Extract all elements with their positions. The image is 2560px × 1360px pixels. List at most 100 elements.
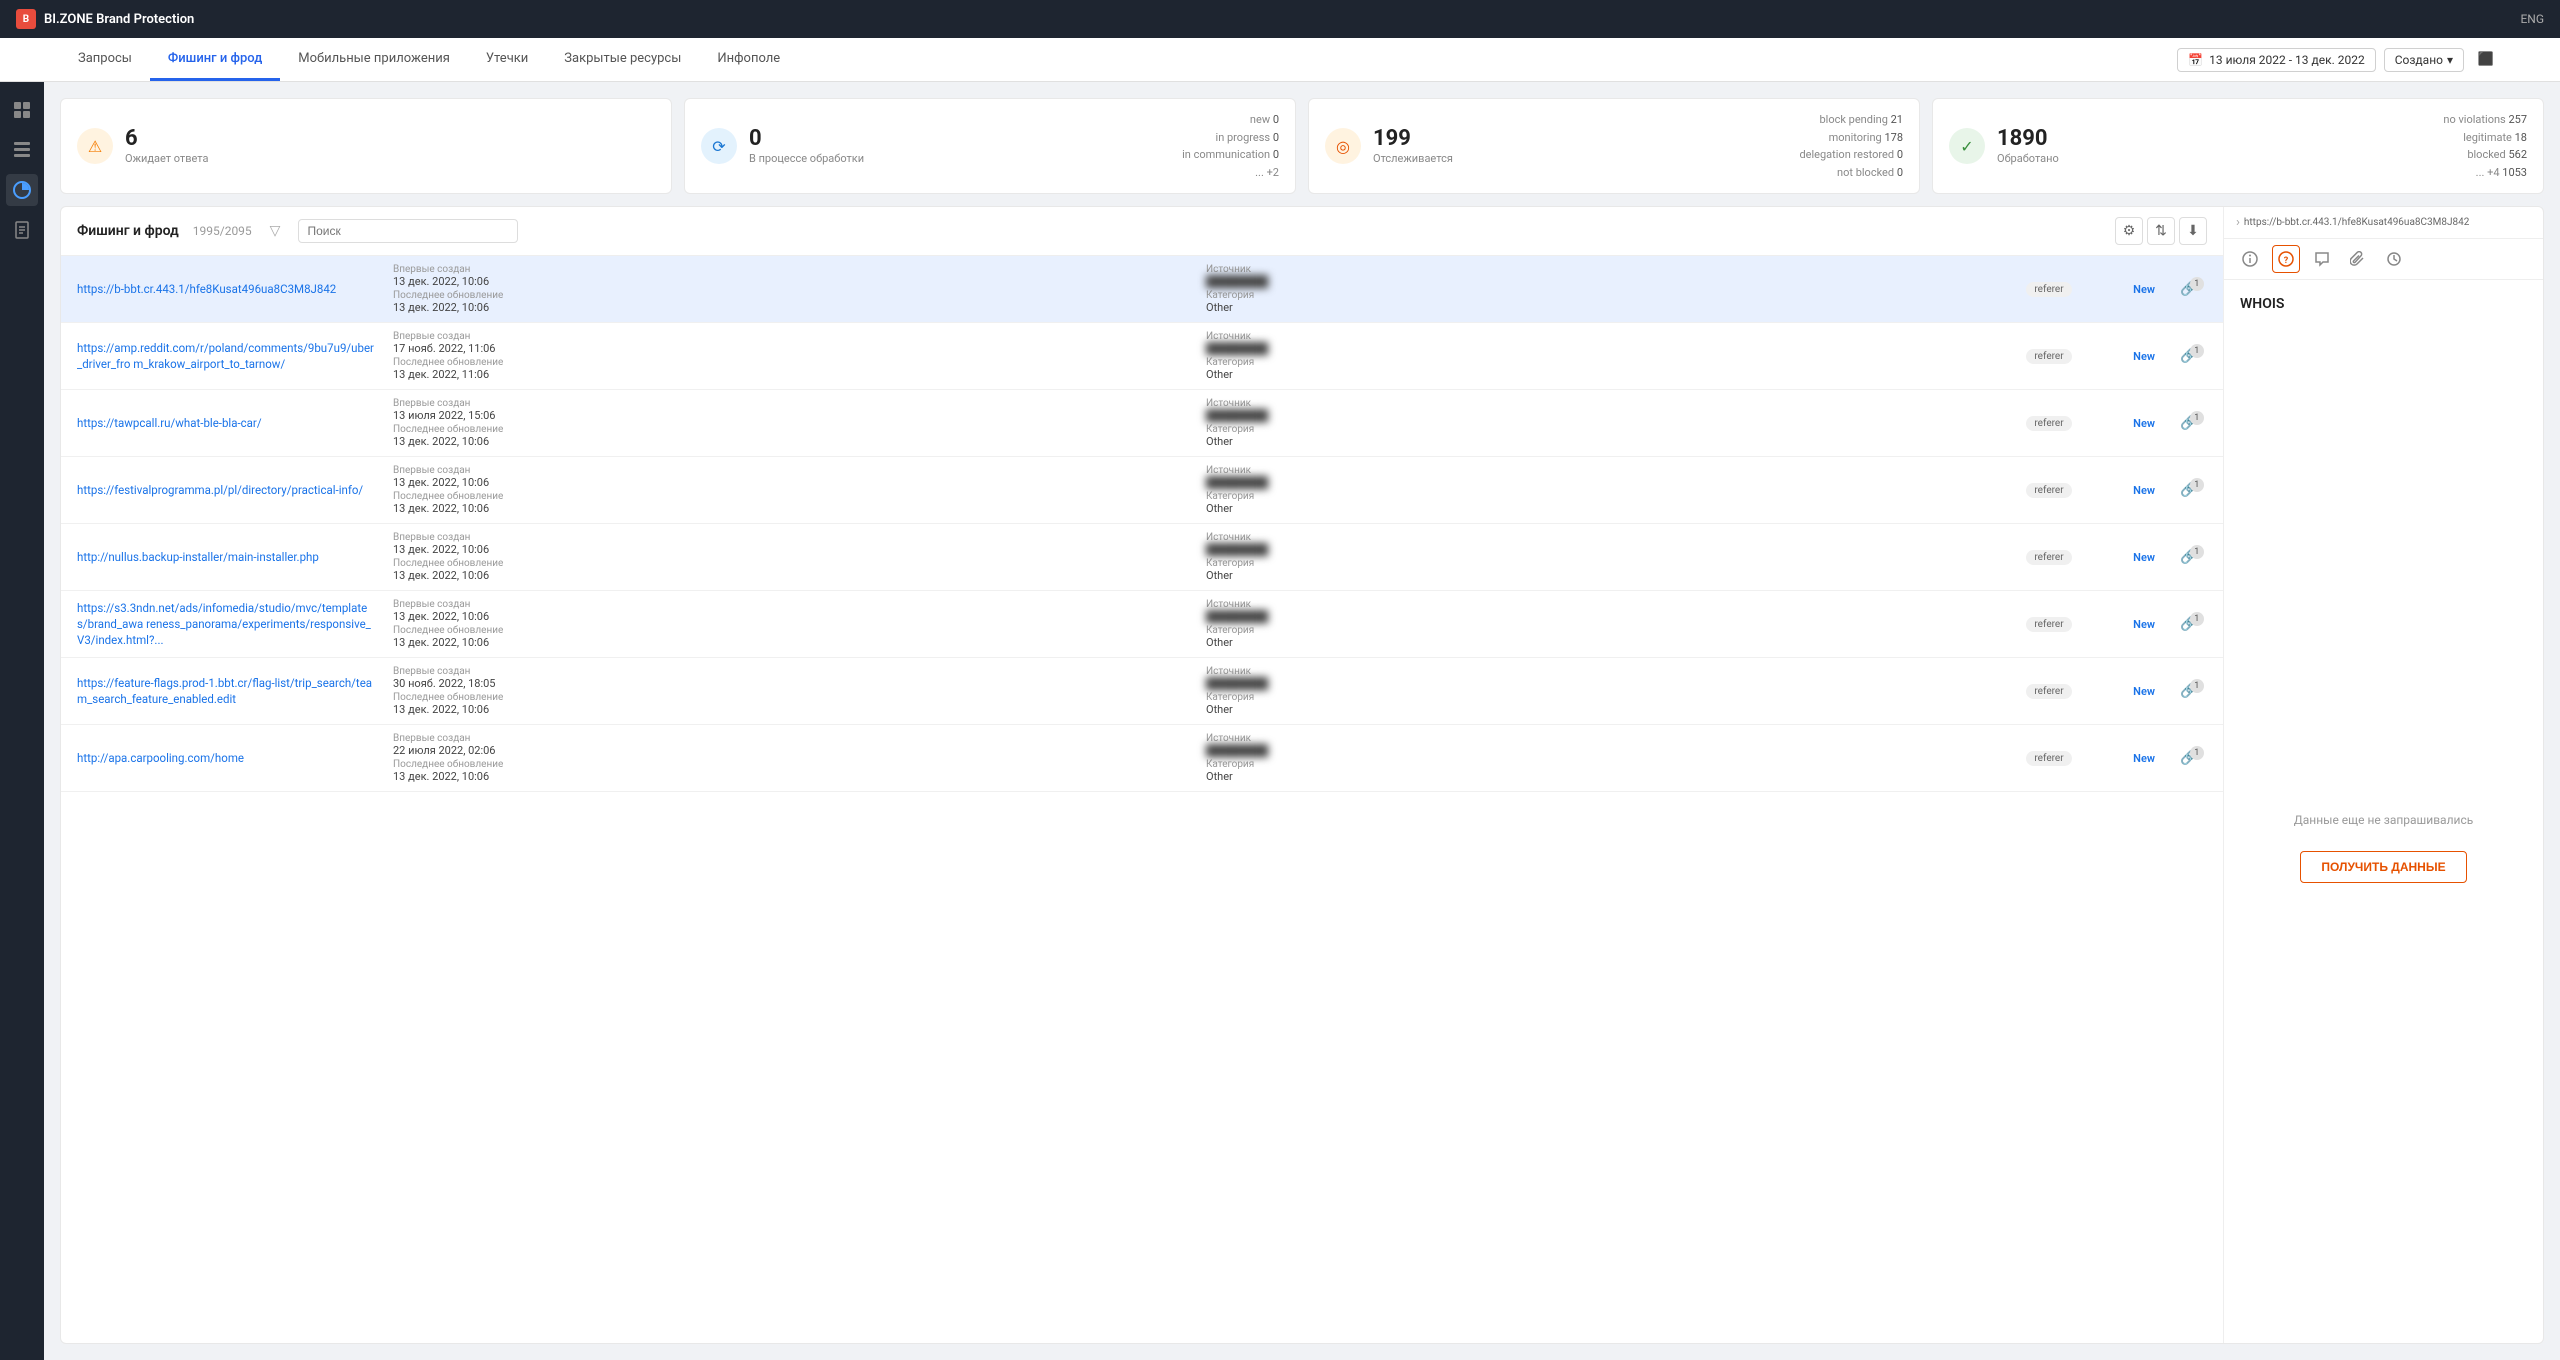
sidebar-icon-chart[interactable]: [6, 174, 38, 206]
url-text: https://b-bbt.cr.443.1/hfe8Kusat496ua8C3…: [77, 281, 377, 297]
expand-icon[interactable]: ›: [2236, 215, 2240, 230]
stat-monitoring-details: block pending 21 monitoring 178 delegati…: [1799, 111, 1903, 181]
sort-label: Создано: [2395, 53, 2443, 67]
stat-processed: ✓ 1890 Обработано no violations 257 legi…: [1932, 98, 2544, 194]
list-item[interactable]: https://tawpcall.ru/what-ble-bla-car/ Вп…: [61, 390, 2223, 457]
get-data-button[interactable]: ПОЛУЧИТЬ ДАННЫЕ: [2300, 851, 2466, 883]
list-body: https://b-bbt.cr.443.1/hfe8Kusat496ua8C3…: [61, 256, 2223, 1343]
stat-awaiting-label: Ожидает ответа: [125, 152, 655, 165]
detail-tab-icons: ?: [2224, 239, 2543, 280]
link-icon: 🔗1: [2180, 415, 2197, 431]
list-item[interactable]: https://amp.reddit.com/r/poland/comments…: [61, 323, 2223, 390]
stats-row: ⚠ 6 Ожидает ответа ⟳ 0 В процессе обрабо…: [60, 98, 2544, 194]
detail-tab-history[interactable]: [2380, 245, 2408, 273]
row-meta: Впервые создан17 нояб. 2022, 11:06 Источ…: [393, 331, 2003, 381]
row-url: https://amp.reddit.com/r/poland/comments…: [77, 331, 377, 381]
row-actions: 🔗1: [2171, 264, 2207, 314]
category-label: Категория: [1206, 290, 2003, 301]
settings-icon[interactable]: ⚙: [2115, 217, 2143, 245]
link-icon: 🔗1: [2180, 750, 2197, 766]
app-layout: ⚠ 6 Ожидает ответа ⟳ 0 В процессе обрабо…: [0, 82, 2560, 1360]
stat-processing-number: 0: [749, 128, 1170, 150]
link-icon: 🔗1: [2180, 281, 2197, 297]
stat-processed-icon: ✓: [1949, 128, 1985, 164]
tab-closed[interactable]: Закрытые ресурсы: [546, 38, 699, 81]
list-title: Фишинг и фрод: [77, 223, 179, 239]
tab-requests[interactable]: Запросы: [60, 38, 150, 81]
sidebar-icon-table[interactable]: [6, 134, 38, 166]
link-icon: 🔗1: [2180, 549, 2197, 565]
nav-tabs: Запросы Фишинг и фрод Мобильные приложен…: [60, 38, 798, 81]
whois-title: WHOIS: [2240, 296, 2284, 312]
stat-processing-label: В процессе обработки: [749, 152, 1170, 165]
detail-top-nav: › https://b-bbt.cr.443.1/hfe8Kusat496ua8…: [2224, 207, 2543, 239]
stat-monitoring-icon: ◎: [1325, 128, 1361, 164]
link-icon: 🔗1: [2180, 482, 2197, 498]
stat-awaiting-number: 6: [125, 128, 655, 150]
content-area: Фишинг и фрод 1995/2095 ▽ ⚙ ⇅ ⬇ https://…: [60, 206, 2544, 1344]
chevron-down-icon: ▾: [2447, 53, 2453, 67]
first-created-label: Впервые создан: [393, 264, 1190, 275]
sidebar-icon-doc[interactable]: [6, 214, 38, 246]
detail-url: https://b-bbt.cr.443.1/hfe8Kusat496ua8C3…: [2244, 217, 2531, 228]
stat-processed-label: Обработано: [1997, 152, 2431, 165]
date-range: 13 июля 2022 - 13 дек. 2022: [2209, 53, 2365, 67]
link-icon: 🔗1: [2180, 616, 2197, 632]
last-updated-group: Последнее обновление 13 дек. 2022, 10:06: [393, 290, 1190, 314]
row-meta: Впервые создан 13 дек. 2022, 10:06 Источ…: [393, 264, 2003, 314]
list-item[interactable]: https://feature-flags.prod-1.bbt.cr/flag…: [61, 658, 2223, 725]
whois-empty-state: Данные еще не запрашивались ПОЛУЧИТЬ ДАН…: [2294, 328, 2474, 1327]
detail-tab-attach[interactable]: [2344, 245, 2372, 273]
tag-value: referer: [2026, 282, 2071, 297]
main-content: ⚠ 6 Ожидает ответа ⟳ 0 В процессе обрабо…: [44, 82, 2560, 1360]
sidebar-icon-dashboard[interactable]: [6, 94, 38, 126]
category-value: Other: [1206, 301, 2003, 314]
list-item[interactable]: https://festivalprogramma.pl/pl/director…: [61, 457, 2223, 524]
stat-processing: ⟳ 0 В процессе обработки new 0 in progre…: [684, 98, 1296, 194]
language-selector[interactable]: ENG: [2520, 12, 2544, 26]
download-icon[interactable]: ⬇: [2179, 217, 2207, 245]
link-icon: 🔗1: [2180, 348, 2197, 364]
detail-tab-comment[interactable]: [2308, 245, 2336, 273]
source-label: Источник: [1206, 264, 2003, 275]
svg-text:?: ?: [2284, 256, 2289, 266]
tab-mobile[interactable]: Мобильные приложения: [280, 38, 468, 81]
url-text: https://amp.reddit.com/r/poland/comments…: [77, 340, 377, 372]
brand: B BI.ZONE Brand Protection: [16, 9, 194, 29]
list-item[interactable]: https://b-bbt.cr.443.1/hfe8Kusat496ua8C3…: [61, 256, 2223, 323]
topbar: B BI.ZONE Brand Protection ENG: [0, 0, 2560, 38]
tab-leaks[interactable]: Утечки: [468, 38, 546, 81]
list-item[interactable]: http://apa.carpooling.com/home Впервые с…: [61, 725, 2223, 792]
stat-processed-details: no violations 257 legitimate 18 blocked …: [2443, 111, 2527, 181]
nav-right: 📅 13 июля 2022 - 13 дек. 2022 Создано ▾ …: [2177, 46, 2500, 74]
date-filter[interactable]: 📅 13 июля 2022 - 13 дек. 2022: [2177, 48, 2375, 72]
no-data-text: Данные еще не запрашивались: [2294, 813, 2474, 827]
tab-phishing[interactable]: Фишинг и фрод: [150, 38, 280, 81]
sort-icon[interactable]: ⇅: [2147, 217, 2175, 245]
row-tag: referer: [2019, 264, 2079, 314]
source-value: ████████: [1206, 275, 2003, 288]
stat-processed-number: 1890: [1997, 128, 2431, 150]
filter-icon[interactable]: ▽: [270, 223, 281, 239]
link-badge: 1: [2190, 277, 2204, 291]
detail-tab-info[interactable]: [2236, 245, 2264, 273]
stat-processing-details: new 0 in progress 0 in communication 0 .…: [1182, 111, 1279, 181]
last-updated-label: Последнее обновление: [393, 290, 1190, 301]
category-group: Категория Other: [1206, 290, 2003, 314]
main-nav: Запросы Фишинг и фрод Мобильные приложен…: [0, 38, 2560, 82]
stat-processed-main: 1890 Обработано: [1997, 128, 2431, 165]
sort-filter[interactable]: Создано ▾: [2384, 48, 2464, 72]
detail-panel: › https://b-bbt.cr.443.1/hfe8Kusat496ua8…: [2223, 207, 2543, 1343]
export-icon[interactable]: ⬛: [2472, 46, 2500, 74]
list-item[interactable]: http://nullus.backup-installer/main-inst…: [61, 524, 2223, 591]
stat-monitoring-label: Отслеживается: [1373, 152, 1787, 165]
detail-content: WHOIS Данные еще не запрашивались ПОЛУЧИ…: [2224, 280, 2543, 1343]
status-new: New: [2133, 283, 2155, 296]
calendar-icon: 📅: [2188, 53, 2203, 67]
link-icon: 🔗1: [2180, 683, 2197, 699]
search-input[interactable]: [298, 219, 518, 243]
list-item[interactable]: https://s3.3ndn.net/ads/infomedia/studio…: [61, 591, 2223, 658]
detail-tab-whois[interactable]: ?: [2272, 245, 2300, 273]
tab-infopole[interactable]: Инфополе: [699, 38, 798, 81]
stat-awaiting-main: 6 Ожидает ответа: [125, 128, 655, 165]
